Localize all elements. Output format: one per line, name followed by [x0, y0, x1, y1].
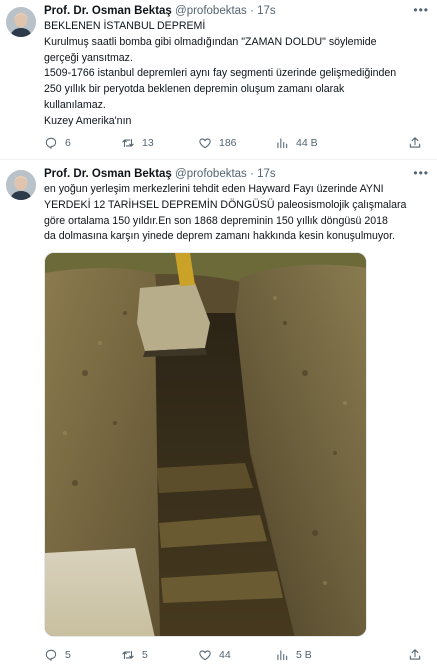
reply-count: 6	[65, 137, 71, 149]
action-bar: 6 13 186 44 B	[44, 135, 429, 151]
share-icon	[409, 649, 421, 660]
tweet-text-line: Kuzey Amerika'nın	[44, 114, 132, 127]
like-count: 44	[219, 649, 231, 661]
author-handle[interactable]: @profobektas	[175, 5, 247, 17]
views-count: 44 B	[296, 137, 318, 149]
tweet[interactable]: Prof. Dr. Osman Bektaş @profobektas · 17…	[0, 160, 437, 669]
separator-dot: ·	[250, 168, 254, 180]
like-icon	[199, 138, 211, 149]
tweet-header: Prof. Dr. Osman Bektaş @profobektas · 17…	[44, 3, 429, 19]
reply-count: 5	[65, 649, 71, 661]
retweet-count: 13	[142, 137, 154, 149]
more-icon[interactable]: •••	[413, 2, 429, 18]
tweet-text-line: BEKLENEN İSTANBUL DEPREMİ	[44, 20, 206, 32]
tweet-text-line: YERDEKİ 12 TARİHSEL DEPREMİN DÖNGÜSÜ pal…	[44, 198, 407, 211]
action-bar: 5 5 44 5 B	[44, 647, 429, 663]
share-button[interactable]	[408, 647, 422, 663]
like-button[interactable]: 44	[198, 647, 231, 663]
avatar-photo	[6, 170, 36, 200]
timestamp[interactable]: 17s	[257, 168, 276, 180]
tweet-text: BEKLENEN İSTANBUL DEPREMİ Kurulmuş saatl…	[44, 19, 429, 130]
share-icon	[409, 137, 421, 148]
avatar[interactable]	[6, 7, 36, 37]
tweet-header: Prof. Dr. Osman Bektaş @profobektas · 17…	[44, 166, 429, 182]
tweet-photo[interactable]	[44, 252, 367, 637]
reply-icon	[45, 649, 57, 661]
like-count: 186	[219, 137, 237, 149]
retweet-button[interactable]: 13	[121, 135, 154, 151]
views-button[interactable]: 5 B	[275, 647, 312, 663]
timestamp[interactable]: 17s	[257, 5, 276, 17]
retweet-icon	[122, 138, 134, 148]
separator-dot: ·	[250, 5, 254, 17]
share-button[interactable]	[408, 135, 422, 151]
tweet-text-line: gerçeği yansıtmaz.	[44, 51, 133, 64]
tweet-text-line: göre ortalama 150 yıldır.En son 1868 dep…	[44, 214, 388, 227]
like-button[interactable]: 186	[198, 135, 237, 151]
tweet-text-line: 250 yıllık bir peryotda beklenen depremi…	[44, 83, 345, 96]
reply-icon	[45, 137, 57, 149]
tweet-text-line: da dolmasına karşın yinede deprem zamanı…	[44, 230, 395, 243]
views-icon	[277, 650, 288, 661]
tweet-text: en yoğun yerleşim merkezlerini tehdit ed…	[44, 182, 429, 245]
retweet-button[interactable]: 5	[121, 647, 148, 663]
avatar[interactable]	[6, 170, 36, 200]
author-name[interactable]: Prof. Dr. Osman Bektaş	[44, 5, 172, 17]
reply-button[interactable]: 5	[44, 647, 71, 663]
tweet[interactable]: Prof. Dr. Osman Bektaş @profobektas · 17…	[0, 0, 437, 160]
tweet-text-line: en yoğun yerleşim merkezlerini tehdit ed…	[44, 183, 384, 195]
tweet-text-line: Kurulmuş saatli bomba gibi olmadığından …	[44, 35, 377, 48]
tweet-text-line: kullanılamaz.	[44, 98, 106, 111]
views-count: 5 B	[296, 649, 312, 661]
more-icon[interactable]: •••	[413, 165, 429, 181]
tweet-text-line: 1509-1766 istanbul depremleri aynı fay s…	[44, 67, 397, 80]
avatar-photo	[6, 7, 36, 37]
views-icon	[277, 138, 288, 149]
retweet-count: 5	[142, 649, 148, 661]
views-button[interactable]: 44 B	[275, 135, 318, 151]
trench-photo	[45, 253, 366, 636]
author-handle[interactable]: @profobektas	[175, 168, 247, 180]
like-icon	[199, 650, 211, 661]
author-name[interactable]: Prof. Dr. Osman Bektaş	[44, 168, 172, 180]
reply-button[interactable]: 6	[44, 135, 71, 151]
retweet-icon	[122, 650, 134, 660]
